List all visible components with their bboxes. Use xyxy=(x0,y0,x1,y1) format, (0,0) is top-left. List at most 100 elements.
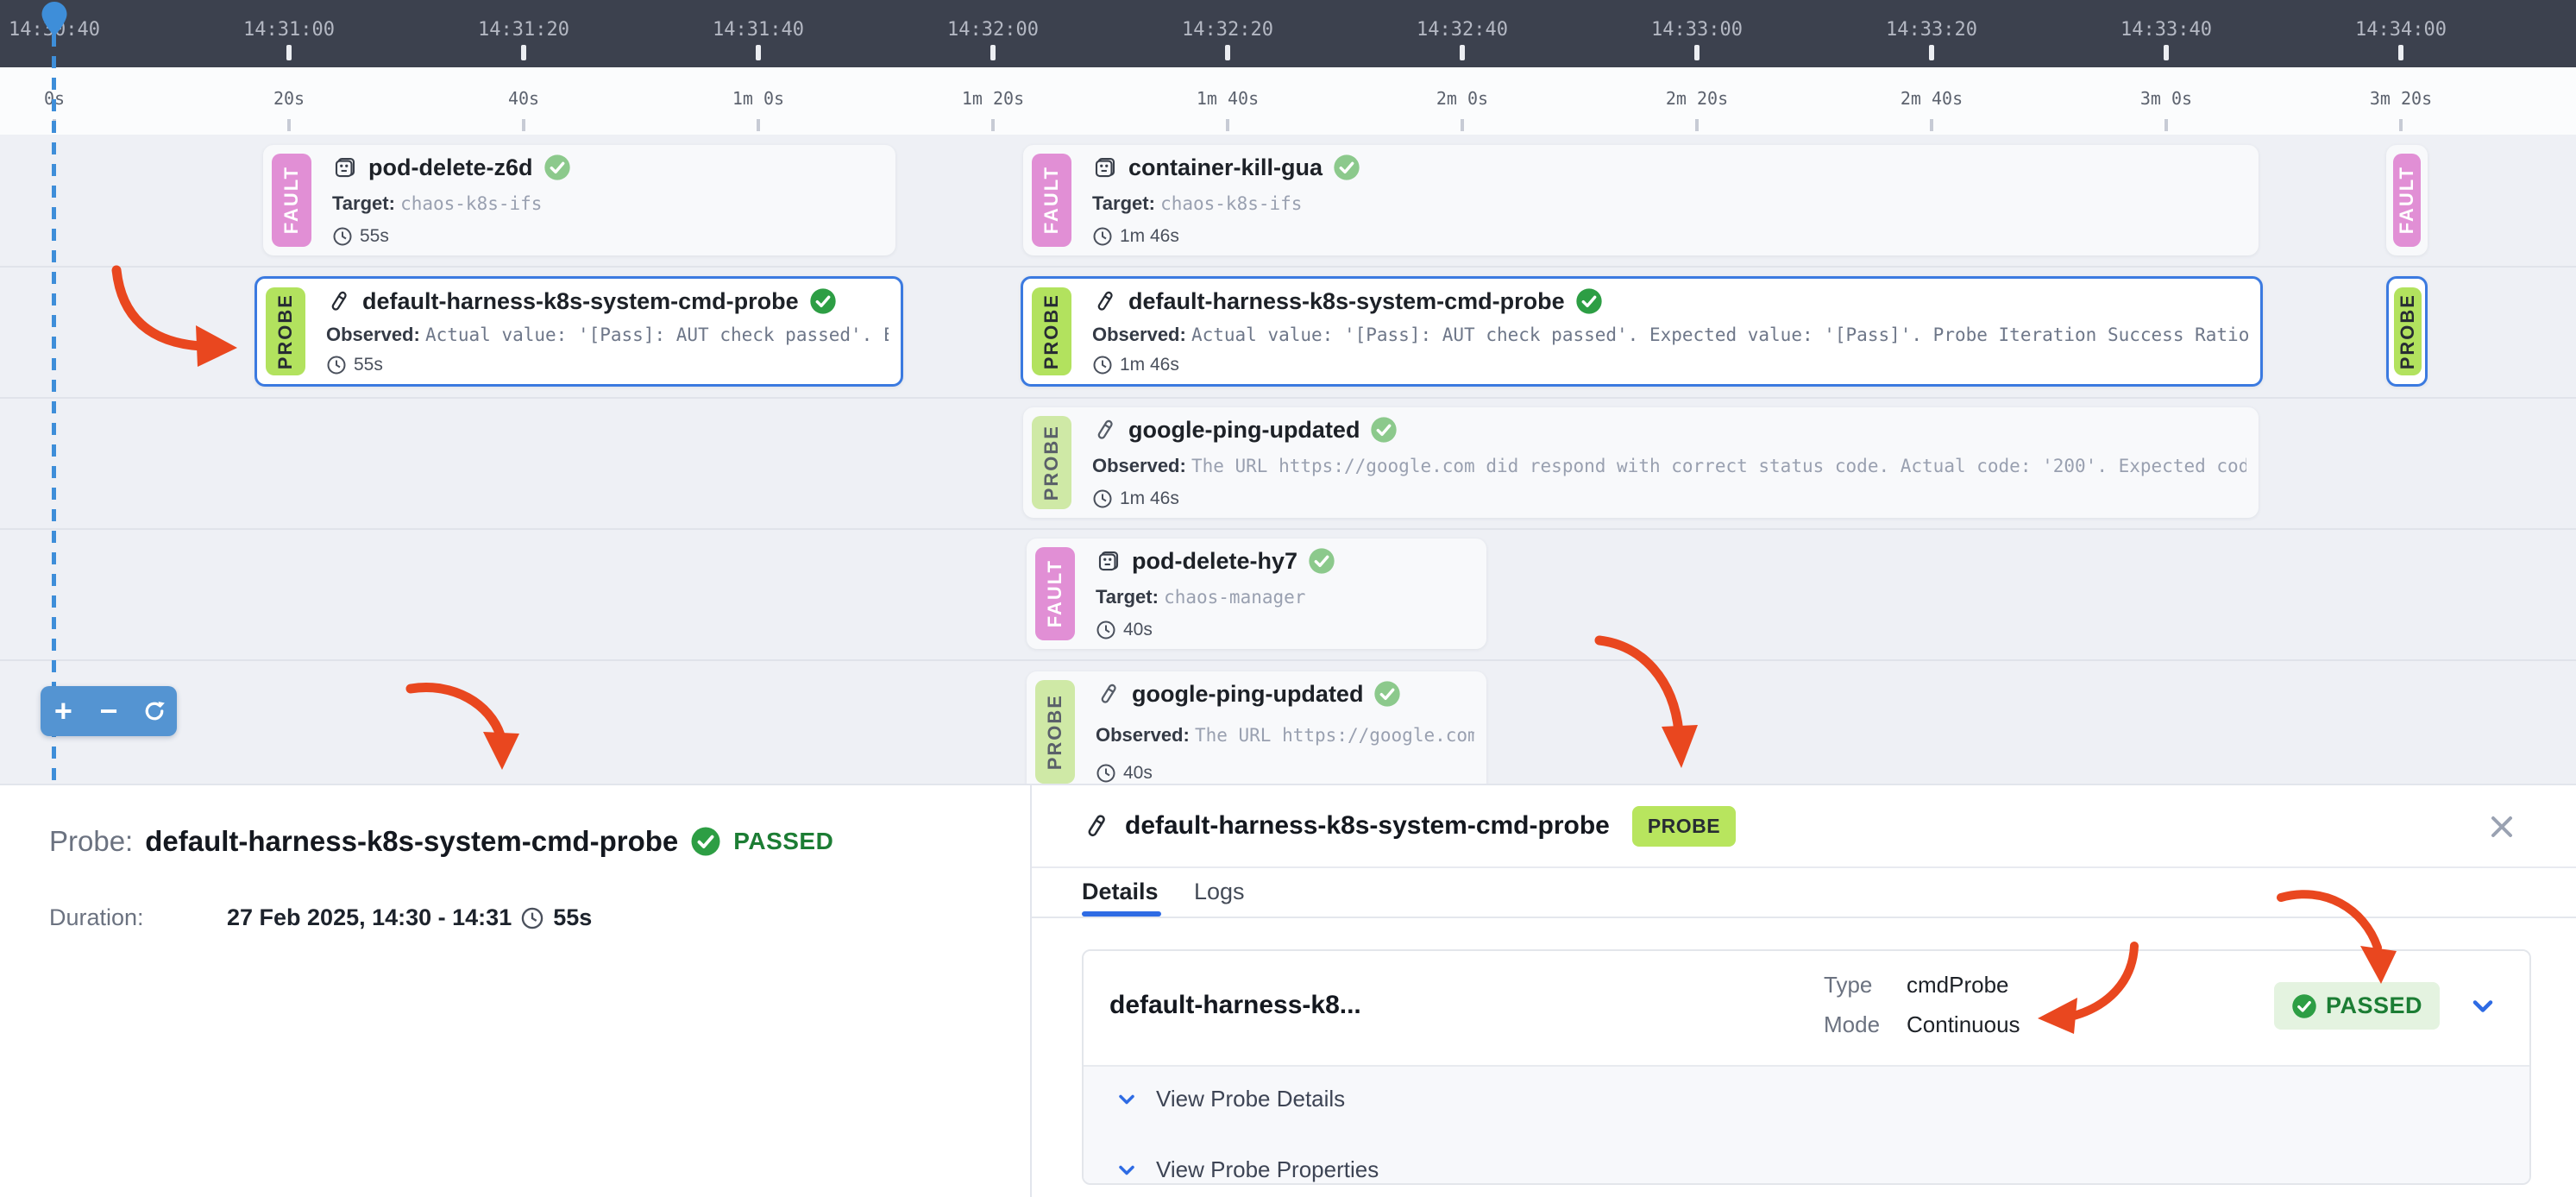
elapsed-ruler: 0s 20s 40s 1m 0s 1m 20s 1m 40s 2m 0s 2m … xyxy=(0,67,2576,136)
mode-value: Continuous xyxy=(1907,1011,2020,1038)
clock-icon xyxy=(1096,763,1116,784)
probe-name: default-harness-k8s-system-cmd-probe xyxy=(145,825,678,858)
duration-time: 55s xyxy=(553,904,592,931)
clock-tick-label: 14:31:40 xyxy=(713,19,804,41)
elapsed-tick-label: 3m 20s xyxy=(2370,88,2432,109)
check-icon xyxy=(543,154,571,181)
playhead-handle[interactable] xyxy=(39,0,70,40)
elapsed-tick-label: 1m 0s xyxy=(732,88,784,109)
elapsed-tick-label: 3m 0s xyxy=(2140,88,2192,109)
probe-card-clipped[interactable]: PROBE xyxy=(2386,276,2428,387)
elapsed-tick-label: 2m 0s xyxy=(1436,88,1488,109)
card-title: pod-delete-hy7 xyxy=(1132,548,1297,575)
check-icon xyxy=(690,826,721,857)
clock-tick-label: 14:32:00 xyxy=(947,19,1039,41)
check-icon xyxy=(1308,547,1335,575)
fault-card-pod-delete-hy7[interactable]: FAULT pod-delete-hy7 Target: chaos-manag… xyxy=(1027,539,1486,649)
view-probe-properties-expander[interactable]: View Probe Properties xyxy=(1115,1156,1379,1183)
clock-tick-label: 14:33:00 xyxy=(1651,19,1743,41)
observed-label: Observed: xyxy=(1096,724,1190,746)
elapsed-tick-label: 40s xyxy=(508,88,539,109)
probe-icon xyxy=(1092,288,1118,314)
check-icon xyxy=(809,287,837,315)
probe-badge: PROBE xyxy=(1032,416,1071,509)
chevron-down-icon xyxy=(1115,1087,1139,1112)
probe-badge: PROBE xyxy=(1032,287,1071,375)
probe-card-google-ping-1m46s[interactable]: PROBE google-ping-updated Observed: The … xyxy=(1023,407,2259,518)
target-label: Target: xyxy=(1092,192,1155,214)
probe-card-cmd-probe-1m46s[interactable]: PROBE default-harness-k8s-system-cmd-pro… xyxy=(1021,276,2263,387)
check-icon xyxy=(1370,416,1398,444)
zoom-reset-button[interactable] xyxy=(135,686,173,736)
clock-icon xyxy=(1092,355,1113,375)
tab-details[interactable]: Details xyxy=(1082,879,1159,905)
probe-details-panel: default-harness-k8s-system-cmd-probe PRO… xyxy=(1030,785,2576,1197)
check-icon xyxy=(1373,680,1401,708)
check-icon xyxy=(2291,993,2317,1019)
clock-tick-label: 14:32:40 xyxy=(1417,19,1508,41)
clock-bar: 14:30:40 14:31:00 14:31:20 14:31:40 14:3… xyxy=(0,0,2576,67)
view-probe-details-expander[interactable]: View Probe Details xyxy=(1115,1086,1345,1112)
timeline-zoom-controls: + − xyxy=(41,686,177,736)
clock-icon xyxy=(1096,620,1116,640)
type-label: Type xyxy=(1824,972,1888,999)
type-value: cmdProbe xyxy=(1907,972,2009,999)
clock-tick-label: 14:31:00 xyxy=(243,19,335,41)
target-value: chaos-manager xyxy=(1164,587,1305,608)
details-panel-title: default-harness-k8s-system-cmd-probe xyxy=(1125,811,1610,841)
fault-icon xyxy=(1096,548,1122,574)
fault-icon xyxy=(1092,154,1118,180)
card-duration: 1m 46s xyxy=(1120,488,1179,509)
check-icon xyxy=(1575,287,1603,315)
elapsed-tick-label: 2m 20s xyxy=(1666,88,1728,109)
card-duration: 40s xyxy=(1123,620,1153,640)
check-icon xyxy=(1333,154,1360,181)
duration-value: 27 Feb 2025, 14:30 - 14:31 xyxy=(227,904,512,931)
card-duration: 55s xyxy=(360,226,389,247)
fault-card-container-kill-gua[interactable]: FAULT container-kill-gua Target: chaos-k… xyxy=(1023,145,2259,255)
tab-logs[interactable]: Logs xyxy=(1194,879,1245,905)
fault-badge: FAULT xyxy=(272,154,311,247)
probe-icon xyxy=(1092,417,1118,443)
probe-card-cmd-probe-55s[interactable]: PROBE default-harness-k8s-system-cmd-pro… xyxy=(254,276,903,387)
active-tab-underline xyxy=(1082,911,1161,917)
chaos-experiment-timeline-screen: 14:30:40 14:31:00 14:31:20 14:31:40 14:3… xyxy=(0,0,2576,1197)
fault-badge: FAULT xyxy=(1032,154,1071,247)
timeline-canvas[interactable]: FAULT pod-delete-z6d Target: chaos-k8s-i… xyxy=(0,135,2576,784)
probe-result-card: default-harness-k8... Type cmdProbe Mode… xyxy=(1082,949,2531,1185)
close-icon[interactable] xyxy=(2485,810,2519,844)
fault-badge: FAULT xyxy=(1035,547,1075,640)
duration-label: Duration: xyxy=(49,904,227,931)
observed-label: Observed: xyxy=(326,324,420,345)
target-value: chaos-k8s-ifs xyxy=(400,193,542,214)
card-title: default-harness-k8s-system-cmd-probe xyxy=(362,288,799,315)
card-title: container-kill-gua xyxy=(1128,154,1323,181)
clock-icon xyxy=(1092,488,1113,509)
fault-icon xyxy=(332,154,358,180)
card-title: pod-delete-z6d xyxy=(368,154,533,181)
clock-tick-label: 14:34:00 xyxy=(2355,19,2447,41)
probe-badge: PROBE xyxy=(1035,680,1075,784)
playhead-line xyxy=(52,35,56,784)
zoom-out-button[interactable]: − xyxy=(90,686,128,736)
chevron-down-icon[interactable] xyxy=(2467,991,2498,1022)
card-title: google-ping-updated xyxy=(1132,681,1363,708)
fault-card-clipped[interactable]: FAULT xyxy=(2386,145,2428,255)
probe-summary-panel: Probe: default-harness-k8s-system-cmd-pr… xyxy=(0,785,1030,1197)
clock-icon xyxy=(1092,226,1113,247)
details-tabs: Details Logs xyxy=(1032,868,2576,918)
probe-badge: PROBE xyxy=(2394,287,2422,375)
elapsed-tick-label: 20s xyxy=(273,88,305,109)
clock-tick-label: 14:31:20 xyxy=(478,19,569,41)
status-badge: PASSED xyxy=(733,828,833,855)
probe-name-truncated: default-harness-k8... xyxy=(1109,991,1361,1020)
zoom-in-button[interactable]: + xyxy=(44,686,82,736)
target-label: Target: xyxy=(1096,586,1159,608)
fault-card-pod-delete-z6d[interactable]: FAULT pod-delete-z6d Target: chaos-k8s-i… xyxy=(263,145,895,255)
probe-card-google-ping-40s[interactable]: PROBE google-ping-updated Observed: The … xyxy=(1027,671,1486,784)
clock-tick-label: 14:32:20 xyxy=(1182,19,1273,41)
passed-badge: PASSED xyxy=(2274,982,2440,1030)
card-title: google-ping-updated xyxy=(1128,417,1360,444)
observed-value: The URL https://google.com did respond w… xyxy=(1191,456,2246,476)
probe-icon xyxy=(1096,681,1122,707)
